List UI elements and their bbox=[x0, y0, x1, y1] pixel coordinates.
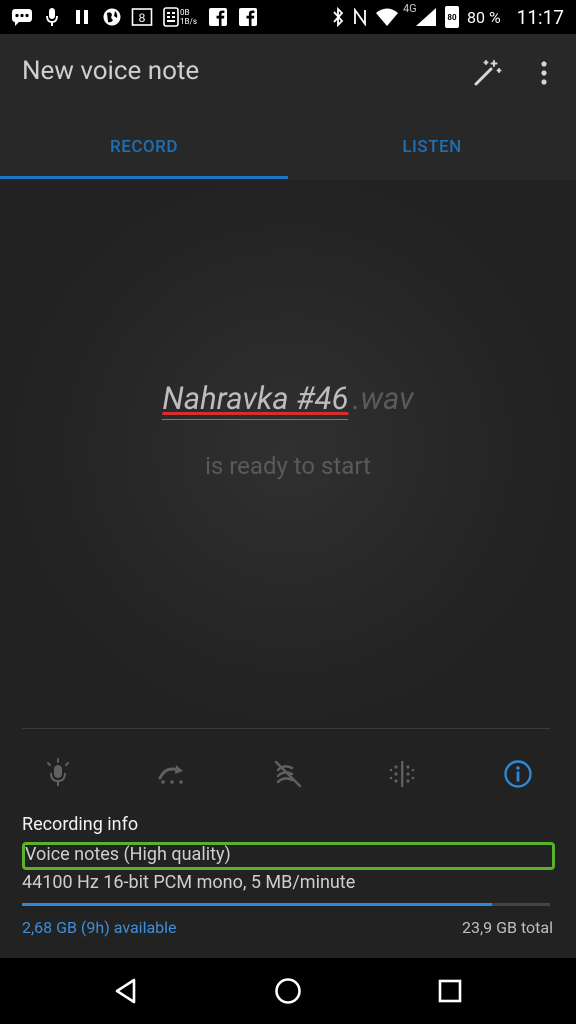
tab-indicator bbox=[0, 176, 288, 179]
tab-record[interactable]: RECORD bbox=[0, 114, 288, 180]
recording-info-heading: Recording info bbox=[22, 814, 139, 835]
wifi-icon bbox=[376, 8, 398, 26]
back-icon bbox=[115, 978, 136, 1004]
storage-fill bbox=[22, 903, 492, 906]
noise-reduction-button[interactable] bbox=[272, 758, 304, 790]
gain-icon bbox=[389, 761, 415, 787]
battery-level: 80 bbox=[447, 12, 457, 22]
skip-silence-button[interactable] bbox=[156, 758, 188, 790]
recording-filename[interactable]: Nahravka #46 .wav bbox=[0, 380, 576, 420]
back-button[interactable] bbox=[110, 974, 144, 1008]
storage-available: 2,68 GB (9h) available bbox=[22, 918, 177, 937]
recents-button[interactable] bbox=[433, 974, 467, 1008]
battery-icon: 80 bbox=[445, 6, 459, 28]
storage-total: 23,9 GB total bbox=[462, 918, 553, 937]
battery-percent: 80 % bbox=[467, 7, 501, 27]
status-bar: 8 0B 1B/s 4G 80 80 % 11:17 bbox=[0, 0, 576, 34]
network-speed-2: 1B/s bbox=[180, 17, 197, 26]
recording-status: is ready to start bbox=[205, 452, 371, 480]
magic-wand-button[interactable] bbox=[472, 58, 502, 88]
keyboard-icon: 0B 1B/s bbox=[160, 6, 200, 28]
app-bar: New voice note bbox=[0, 34, 576, 114]
calendar-icon: 8 bbox=[130, 6, 154, 28]
system-icons: 4G 80 80 % 11:17 bbox=[331, 0, 564, 34]
globe-icon bbox=[100, 6, 124, 28]
storage-bar bbox=[22, 903, 550, 906]
calendar-day: 8 bbox=[139, 11, 146, 25]
signal-icon bbox=[416, 8, 436, 26]
page-title: New voice note bbox=[22, 56, 200, 86]
filename-text[interactable]: Nahravka #46 bbox=[162, 380, 349, 420]
audio-format: 44100 Hz 16-bit PCM mono, 5 MB/minute bbox=[22, 872, 356, 893]
clock: 11:17 bbox=[516, 5, 564, 29]
settings-toolbar bbox=[0, 750, 576, 800]
nfc-icon bbox=[354, 8, 366, 26]
home-button[interactable] bbox=[271, 974, 305, 1008]
microphone-source-button[interactable] bbox=[42, 758, 74, 790]
mic-source-icon bbox=[47, 758, 69, 786]
more-vert-icon bbox=[541, 61, 547, 85]
facebook-icon bbox=[206, 6, 230, 28]
cellular-signal: 4G bbox=[403, 2, 437, 28]
notification-icons: 8 0B 1B/s bbox=[0, 6, 260, 28]
skip-icon bbox=[158, 765, 183, 784]
info-button[interactable] bbox=[502, 758, 534, 790]
network-speed-1: 0B bbox=[180, 8, 190, 17]
navigation-bar bbox=[0, 958, 576, 1024]
overflow-menu-button[interactable] bbox=[532, 58, 556, 88]
file-extension: .wav bbox=[352, 380, 414, 417]
magic-wand-icon bbox=[474, 60, 502, 86]
record-area[interactable]: Nahravka #46 .wav is ready to start bbox=[0, 180, 576, 740]
facebook-icon bbox=[236, 6, 260, 28]
quality-preset-label: Voice notes (High quality) bbox=[25, 844, 231, 865]
quality-preset[interactable]: Voice notes (High quality) bbox=[22, 842, 555, 870]
bluetooth-icon bbox=[333, 7, 344, 27]
tab-listen[interactable]: LISTEN bbox=[288, 114, 576, 180]
recents-icon bbox=[438, 979, 462, 1003]
tab-bar: RECORD LISTEN bbox=[0, 114, 576, 180]
pause-icon bbox=[70, 6, 94, 28]
chat-icon bbox=[10, 6, 34, 28]
mic-icon bbox=[40, 6, 64, 28]
info-icon bbox=[504, 760, 532, 788]
gain-button[interactable] bbox=[386, 758, 418, 790]
home-icon bbox=[275, 978, 301, 1004]
divider bbox=[22, 728, 550, 729]
noise-off-icon bbox=[274, 760, 302, 788]
